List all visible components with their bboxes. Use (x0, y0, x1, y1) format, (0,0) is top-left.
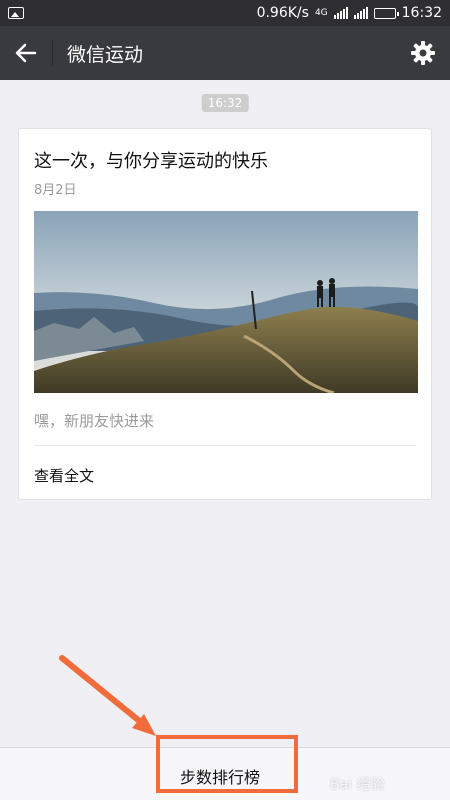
back-button[interactable] (0, 26, 52, 80)
battery-icon (373, 7, 399, 19)
back-arrow-icon (15, 43, 37, 63)
gallery-icon (8, 7, 24, 19)
nav-divider (52, 40, 53, 66)
read-more-link[interactable]: 查看全文 (34, 465, 94, 486)
network-type: 4G (314, 8, 328, 18)
mountain-hikers-image (34, 211, 418, 393)
card-date: 8月2日 (34, 183, 77, 198)
card-separator (34, 445, 416, 446)
settings-button[interactable] (396, 26, 450, 80)
network-speed: 0.96K/s (256, 5, 309, 21)
status-right: 0.96K/s 4G 16:32 (257, 5, 442, 21)
cover-image (34, 211, 418, 393)
signal-icon (333, 7, 348, 19)
gear-icon (411, 41, 435, 65)
message-timestamp: 16:32 (201, 94, 249, 112)
annotation-arrow (59, 655, 156, 736)
watermark: Bai 经验 (330, 777, 385, 793)
clock: 16:32 (401, 5, 442, 21)
article-card[interactable]: 这一次，与你分享运动的快乐 8月2日 嘿，新朋友快进来 查看全文 (18, 128, 432, 500)
page-title: 微信运动 (67, 43, 144, 66)
annotation-highlight-box (156, 735, 298, 793)
nav-bar: 微信运动 (0, 26, 450, 80)
status-bar: 0.96K/s 4G 16:32 (0, 0, 450, 26)
signal-icon-2 (353, 7, 368, 19)
card-description: 嘿，新朋友快进来 (34, 412, 155, 430)
card-title: 这一次，与你分享运动的快乐 (34, 151, 268, 172)
